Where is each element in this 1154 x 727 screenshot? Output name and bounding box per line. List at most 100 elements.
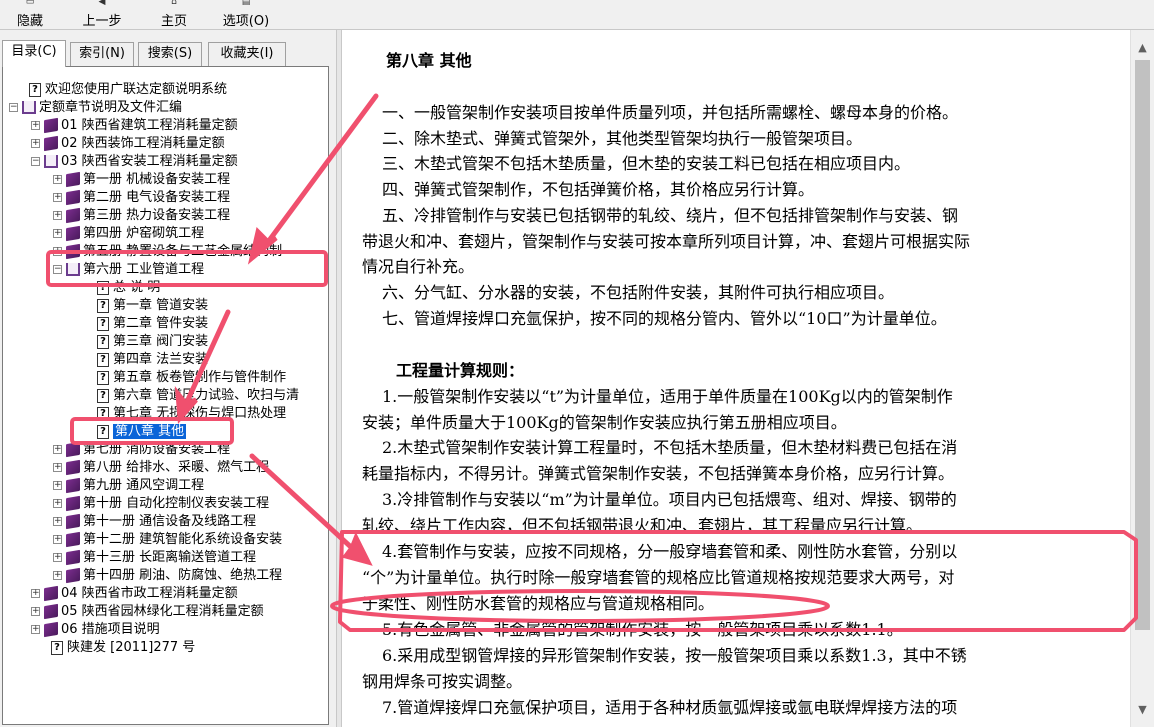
expand-icon[interactable]: +: [53, 517, 62, 526]
expand-icon[interactable]: +: [31, 589, 40, 598]
collapse-icon[interactable]: −: [53, 265, 62, 274]
expand-icon[interactable]: +: [31, 121, 40, 130]
back-button[interactable]: ◀ 上一步: [72, 0, 132, 30]
tree-item-book1[interactable]: + 第一册 机械设备安装工程: [53, 171, 230, 189]
tree-item-book4[interactable]: + 第四册 炉窑砌筑工程: [53, 225, 204, 243]
options-button[interactable]: ▤ 选项(O): [214, 0, 278, 30]
tree-item-ch2[interactable]: ? 第二章 管件安装: [97, 315, 208, 333]
options-button-label: 选项(O): [222, 14, 270, 29]
expand-icon[interactable]: +: [53, 211, 62, 220]
expand-icon[interactable]: +: [53, 193, 62, 202]
tree-item-03[interactable]: − 03 陕西省安装工程消耗量定额: [31, 153, 238, 171]
tree-item-general[interactable]: ? 总 说 明: [97, 279, 160, 297]
navigation-pane: 目录(C) 索引(N) 搜索(S) 收藏夹(I) ? 欢迎您使用广联达定额说明系统…: [0, 30, 336, 727]
expand-icon[interactable]: +: [53, 499, 62, 508]
tree-item-book3[interactable]: + 第三册 热力设备安装工程: [53, 207, 230, 225]
book-icon: [66, 189, 80, 206]
scroll-thumb[interactable]: [1135, 60, 1150, 630]
expand-icon[interactable]: +: [53, 247, 62, 256]
hide-button[interactable]: ▭ 隐藏: [4, 0, 56, 30]
expand-icon[interactable]: +: [53, 175, 62, 184]
tree-item-label: 陕建发 [2011]277 号: [67, 640, 196, 655]
collapse-icon[interactable]: −: [9, 103, 18, 112]
tree-item-label: 第十四册 刷油、防腐蚀、绝热工程: [83, 568, 283, 583]
open-book-icon: [22, 101, 36, 114]
tree-item-book7[interactable]: + 第七册 消防设备安装工程: [53, 441, 230, 459]
expand-icon[interactable]: +: [53, 481, 62, 490]
topic-content: 第八章 其他 一、一般管架制作安装项目按单件质量列项，并包括所需螺栓、螺母本身的…: [342, 30, 1130, 727]
tree-item-label: 第十二册 建筑智能化系统设备安装: [83, 532, 283, 547]
tab-contents[interactable]: 目录(C): [2, 40, 66, 67]
tree-item-welcome[interactable]: ? 欢迎您使用广联达定额说明系统: [29, 81, 227, 99]
expand-icon[interactable]: +: [53, 463, 62, 472]
tree-item-root[interactable]: − 定额章节说明及文件汇编: [9, 99, 182, 117]
scroll-up-icon[interactable]: ▲: [1131, 38, 1154, 58]
tree-item-label: 02 陕西装饰工程消耗量定额: [61, 136, 225, 151]
tree-item-ch4[interactable]: ? 第四章 法兰安装: [97, 351, 208, 369]
tab-search[interactable]: 搜索(S): [138, 42, 202, 66]
tree-item-01[interactable]: +01 陕西省建筑工程消耗量定额: [31, 117, 238, 135]
tree-item-book2[interactable]: + 第二册 电气设备安装工程: [53, 189, 230, 207]
paragraph: 六、分气缸、分水器的安装，不包括附件安装，其附件可执行相应项目。: [382, 283, 895, 302]
tree-item-book12[interactable]: + 第十二册 建筑智能化系统设备安装: [53, 531, 282, 549]
tree-item-ch5[interactable]: ? 第五章 板卷管制作与管件制作: [97, 369, 286, 387]
tree-item-label: 第五册 静置设备与工艺金属结构制: [83, 244, 283, 259]
book-icon: [66, 459, 80, 476]
tree-item-ch7[interactable]: ? 第七章 无损探伤与焊口热处理: [97, 405, 286, 423]
back-button-label: 上一步: [82, 14, 122, 29]
expand-icon[interactable]: +: [31, 139, 40, 148]
tab-favorites[interactable]: 收藏夹(I): [208, 42, 286, 66]
tree-item-02[interactable]: +02 陕西装饰工程消耗量定额: [31, 135, 225, 153]
tree-item-label: 总 说 明: [113, 280, 161, 295]
tree-item-04[interactable]: +04 陕西省市政工程消耗量定额: [31, 585, 238, 603]
paragraph: 钢用焊条可按实调整。: [362, 672, 523, 691]
tree-item-label: 欢迎您使用广联达定额说明系统: [45, 82, 228, 97]
tree-item-ch6[interactable]: ? 第六章 管道压力试验、吹扫与清: [97, 387, 299, 405]
tree-item-book6[interactable]: − 第六册 工业管道工程: [53, 261, 204, 279]
open-book-icon: [66, 263, 80, 276]
tree-item-label: 定额章节说明及文件汇编: [39, 100, 183, 115]
tree-item-ch3[interactable]: ? 第三章 阀门安装: [97, 333, 208, 351]
paragraph: 情况自行补充。: [362, 257, 475, 276]
tree-item-label: 04 陕西省市政工程消耗量定额: [61, 586, 238, 601]
expand-icon[interactable]: +: [53, 229, 62, 238]
collapse-icon[interactable]: −: [31, 157, 40, 166]
expand-icon[interactable]: +: [53, 571, 62, 580]
tree-item-05[interactable]: +05 陕西省园林绿化工程消耗量定额: [31, 603, 264, 621]
contents-tree[interactable]: ? 欢迎您使用广联达定额说明系统 − 定额章节说明及文件汇编 +01 陕西省建筑工程…: [2, 66, 329, 725]
expand-icon[interactable]: +: [53, 445, 62, 454]
expand-icon[interactable]: +: [53, 553, 62, 562]
scroll-down-icon[interactable]: ▼: [1131, 700, 1154, 720]
tree-item-06[interactable]: +06 措施项目说明: [31, 621, 160, 639]
tree-item-book9[interactable]: + 第九册 通风空调工程: [53, 477, 204, 495]
help-topic-icon: ?: [97, 406, 109, 421]
tree-item-label: 第一章 管道安装: [113, 298, 209, 313]
tree-item-label: 第四章 法兰安装: [113, 352, 209, 367]
tree-item-book13[interactable]: + 第十三册 长距离输送管道工程: [53, 549, 256, 567]
tree-item-book10[interactable]: + 第十册 自动化控制仪表安装工程: [53, 495, 269, 513]
tree-item-doc[interactable]: ? 陕建发 [2011]277 号: [51, 639, 195, 657]
content-scrollbar[interactable]: ▲ ▼: [1130, 30, 1154, 727]
tree-item-book14[interactable]: + 第十四册 刷油、防腐蚀、绝热工程: [53, 567, 282, 585]
expand-icon[interactable]: +: [31, 625, 40, 634]
home-icon: ⌂: [171, 0, 177, 7]
expand-icon[interactable]: +: [31, 607, 40, 616]
tree-item-ch8-selected[interactable]: ? 第八章 其他: [97, 423, 187, 441]
tab-index[interactable]: 索引(N): [70, 42, 134, 66]
tree-item-label: 第八章 其他: [113, 424, 187, 439]
paragraph: 于柔性、刚性防水套管的规格应与管道规格相同。: [362, 594, 715, 613]
tree-item-label: 第十一册 通信设备及线路工程: [83, 514, 257, 529]
book-icon: [44, 603, 58, 620]
help-topic-icon: ?: [97, 352, 109, 367]
paragraph: 5.有色金属管、非金属管的管架制作安装，按一般管架项目乘以系数1.1。: [382, 620, 903, 639]
home-button[interactable]: ⌂ 主页: [150, 0, 198, 30]
tree-item-ch1[interactable]: ? 第一章 管道安装: [97, 297, 208, 315]
tree-item-book11[interactable]: + 第十一册 通信设备及线路工程: [53, 513, 256, 531]
nav-tabs: 目录(C) 索引(N) 搜索(S) 收藏夹(I): [2, 40, 332, 67]
paragraph: 七、管道焊接焊口充氩保护，按不同的规格分管内、管外以“10口”为计量单位。: [382, 309, 947, 328]
tree-item-book5[interactable]: + 第五册 静置设备与工艺金属结构制: [53, 243, 282, 261]
tree-item-book8[interactable]: + 第八册 给排水、采暖、燃气工程: [53, 459, 269, 477]
tree-item-label: 第八册 给排水、采暖、燃气工程: [83, 460, 270, 475]
tree-item-label: 05 陕西省园林绿化工程消耗量定额: [61, 604, 264, 619]
expand-icon[interactable]: +: [53, 535, 62, 544]
